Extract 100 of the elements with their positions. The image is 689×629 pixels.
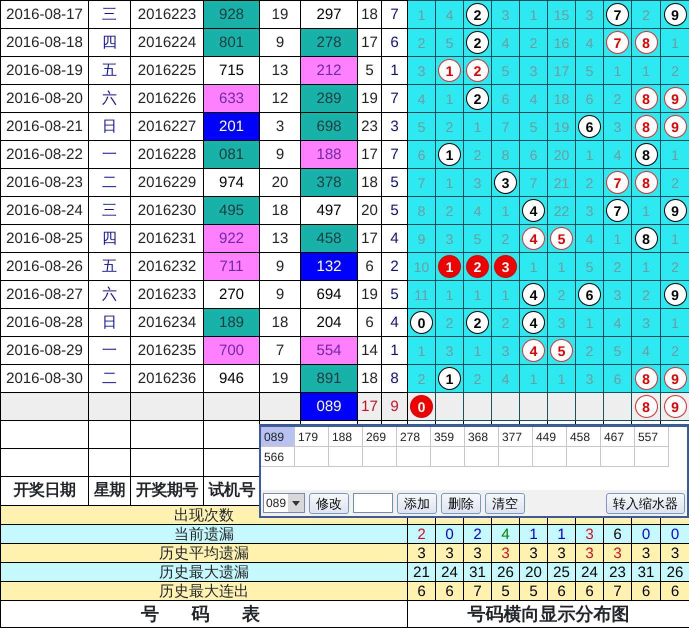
empty-slot xyxy=(329,447,363,467)
miss-count: 2 xyxy=(604,84,632,112)
number-ball: 4 xyxy=(522,227,545,250)
number-item[interactable]: 377 xyxy=(499,427,533,447)
table-cell: 633 xyxy=(204,84,260,112)
table-cell: 2 xyxy=(408,524,436,544)
table-cell: 2016-08-27 xyxy=(0,280,88,308)
miss-count: 1 xyxy=(492,280,520,308)
table-cell: 二 xyxy=(88,168,130,196)
table-cell: 17 xyxy=(358,28,382,56)
number-item[interactable]: 188 xyxy=(329,427,363,447)
table-cell: 6 xyxy=(632,582,660,600)
miss-count: 11 xyxy=(408,280,436,308)
table-cell: 一 xyxy=(88,140,130,168)
miss-count: 2 xyxy=(492,308,520,336)
miss-count: 1 xyxy=(436,168,464,196)
miss-count: 3 xyxy=(576,364,604,392)
table-cell: 715 xyxy=(204,56,260,84)
transfer-button[interactable]: 转入缩水器 xyxy=(606,492,685,514)
number-item[interactable]: 467 xyxy=(601,427,635,447)
number-item[interactable]: 449 xyxy=(533,427,567,447)
miss-count: 9 xyxy=(408,224,436,252)
table-cell: 17 xyxy=(358,224,382,252)
table-title: 号 码 表 xyxy=(0,600,408,628)
miss-count: 6 xyxy=(604,364,632,392)
number-item[interactable]: 179 xyxy=(295,427,329,447)
table-cell: 5 xyxy=(492,582,520,600)
table-cell: 5 xyxy=(520,582,548,600)
number-ball: 1 xyxy=(438,255,461,278)
miss-count: 3 xyxy=(408,56,436,84)
table-cell: 3 xyxy=(576,524,604,544)
table-cell: 18 xyxy=(358,0,382,28)
table-cell: 24 xyxy=(576,562,604,582)
table-cell: 6 xyxy=(548,582,576,600)
miss-count: 7 xyxy=(492,112,520,140)
table-cell: 3 xyxy=(660,544,689,562)
row-label: 历史最大遗漏 xyxy=(0,562,408,582)
table-cell: 458 xyxy=(300,224,358,252)
number-ball: 8 xyxy=(634,115,658,138)
table-cell: 2 xyxy=(464,524,492,544)
number-item[interactable]: 368 xyxy=(465,427,499,447)
miss-count: 4 xyxy=(604,140,632,168)
table-cell: 270 xyxy=(204,280,260,308)
edit-button[interactable]: 修改 xyxy=(309,492,350,514)
table-cell: 495 xyxy=(204,196,260,224)
number-ball: 0 xyxy=(410,395,433,418)
miss-count: 1 xyxy=(464,280,492,308)
table-cell: 14 xyxy=(358,336,382,364)
miss-count: 1 xyxy=(548,252,576,280)
miss-count: 1 xyxy=(632,196,660,224)
number-item[interactable]: 458 xyxy=(567,427,601,447)
table-cell: 188 xyxy=(300,140,358,168)
action-button[interactable]: 删除 xyxy=(441,492,482,514)
miss-count: 1 xyxy=(576,308,604,336)
number-dropdown[interactable]: 089 xyxy=(263,493,306,513)
number-item[interactable]: 269 xyxy=(363,427,397,447)
miss-count: 1 xyxy=(408,336,436,364)
miss-count: 3 xyxy=(492,336,520,364)
table-cell: 18 xyxy=(358,168,382,196)
miss-count: 4 xyxy=(436,0,464,28)
table-cell: 212 xyxy=(300,56,358,84)
miss-count: 7 xyxy=(408,168,436,196)
miss-count: 18 xyxy=(548,84,576,112)
number-ball: 0 xyxy=(410,311,433,334)
miss-count: 2 xyxy=(604,252,632,280)
table-cell: 3 xyxy=(436,544,464,562)
action-button[interactable]: 添加 xyxy=(397,492,438,514)
table-cell: 2016-08-24 xyxy=(0,196,88,224)
input-field[interactable] xyxy=(353,493,394,513)
miss-count: 4 xyxy=(408,84,436,112)
miss-count: 3 xyxy=(604,280,632,308)
number-ball: 8 xyxy=(634,171,658,194)
number-ball: 4 xyxy=(522,311,545,334)
number-item[interactable]: 557 xyxy=(635,427,669,447)
table-cell: 26 xyxy=(492,562,520,582)
table-cell: 2016-08-25 xyxy=(0,224,88,252)
miss-count: 2 xyxy=(632,280,660,308)
table-cell: 日 xyxy=(88,112,130,140)
number-item[interactable]: 359 xyxy=(431,427,465,447)
miss-count: 1 xyxy=(660,28,689,56)
miss-count: 1 xyxy=(436,280,464,308)
number-ball: 5 xyxy=(550,339,573,362)
number-item[interactable]: 278 xyxy=(397,427,431,447)
table-cell: 278 xyxy=(300,28,358,56)
row-label: 历史最大连出 xyxy=(0,582,408,600)
table-cell: 26 xyxy=(660,562,689,582)
number-ball: 3 xyxy=(494,171,517,194)
number-ball: 4 xyxy=(522,199,545,222)
action-button[interactable]: 清空 xyxy=(485,492,526,514)
miss-count: 1 xyxy=(604,56,632,84)
table-cell: 五 xyxy=(88,252,130,280)
table-cell: 2016-08-20 xyxy=(0,84,88,112)
number-ball: 4 xyxy=(522,339,545,362)
number-ball: 9 xyxy=(664,3,686,26)
number-item[interactable]: 566 xyxy=(261,447,295,467)
miss-count: 2 xyxy=(464,140,492,168)
number-item[interactable]: 089 xyxy=(261,427,295,447)
number-ball: 4 xyxy=(522,283,545,306)
table-cell: 一 xyxy=(88,336,130,364)
miss-count: 1 xyxy=(660,140,689,168)
